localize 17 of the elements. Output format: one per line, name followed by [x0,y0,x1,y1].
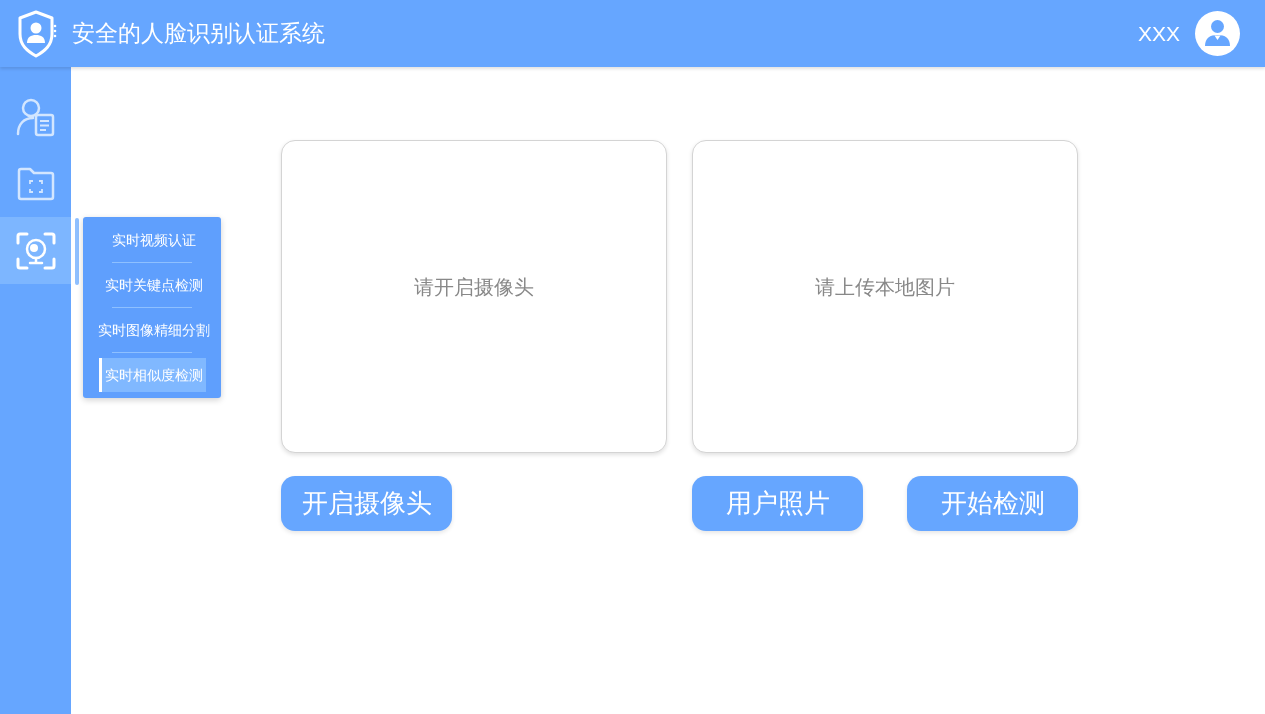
nav-button[interactable] [0,217,71,284]
person-document-icon [15,96,56,137]
placeholder-text: 请上传本地图片 [815,274,955,300]
submenu-item[interactable]: 实时关键点检测 [98,268,206,302]
app-title: 安全的人脸识别认证系统 [72,19,325,49]
submenu-item[interactable]: 实时视频认证 [105,223,199,257]
submenu-item[interactable]: 实时图像精细分割 [91,313,213,347]
avatar-icon[interactable] [1195,11,1240,56]
action-button[interactable]: 开始检测 [907,476,1078,531]
user-name: XXX [1137,20,1180,47]
webcam-icon [15,231,56,270]
placeholder-text: 请开启摄像头 [414,274,534,300]
active-indicator-bar [75,218,79,285]
action-button[interactable]: 用户照片 [692,476,863,531]
folder-icon [16,166,55,201]
submenu-item[interactable]: 实时相似度检测 [98,358,206,392]
action-button[interactable]: 开启摄像头 [281,476,452,531]
